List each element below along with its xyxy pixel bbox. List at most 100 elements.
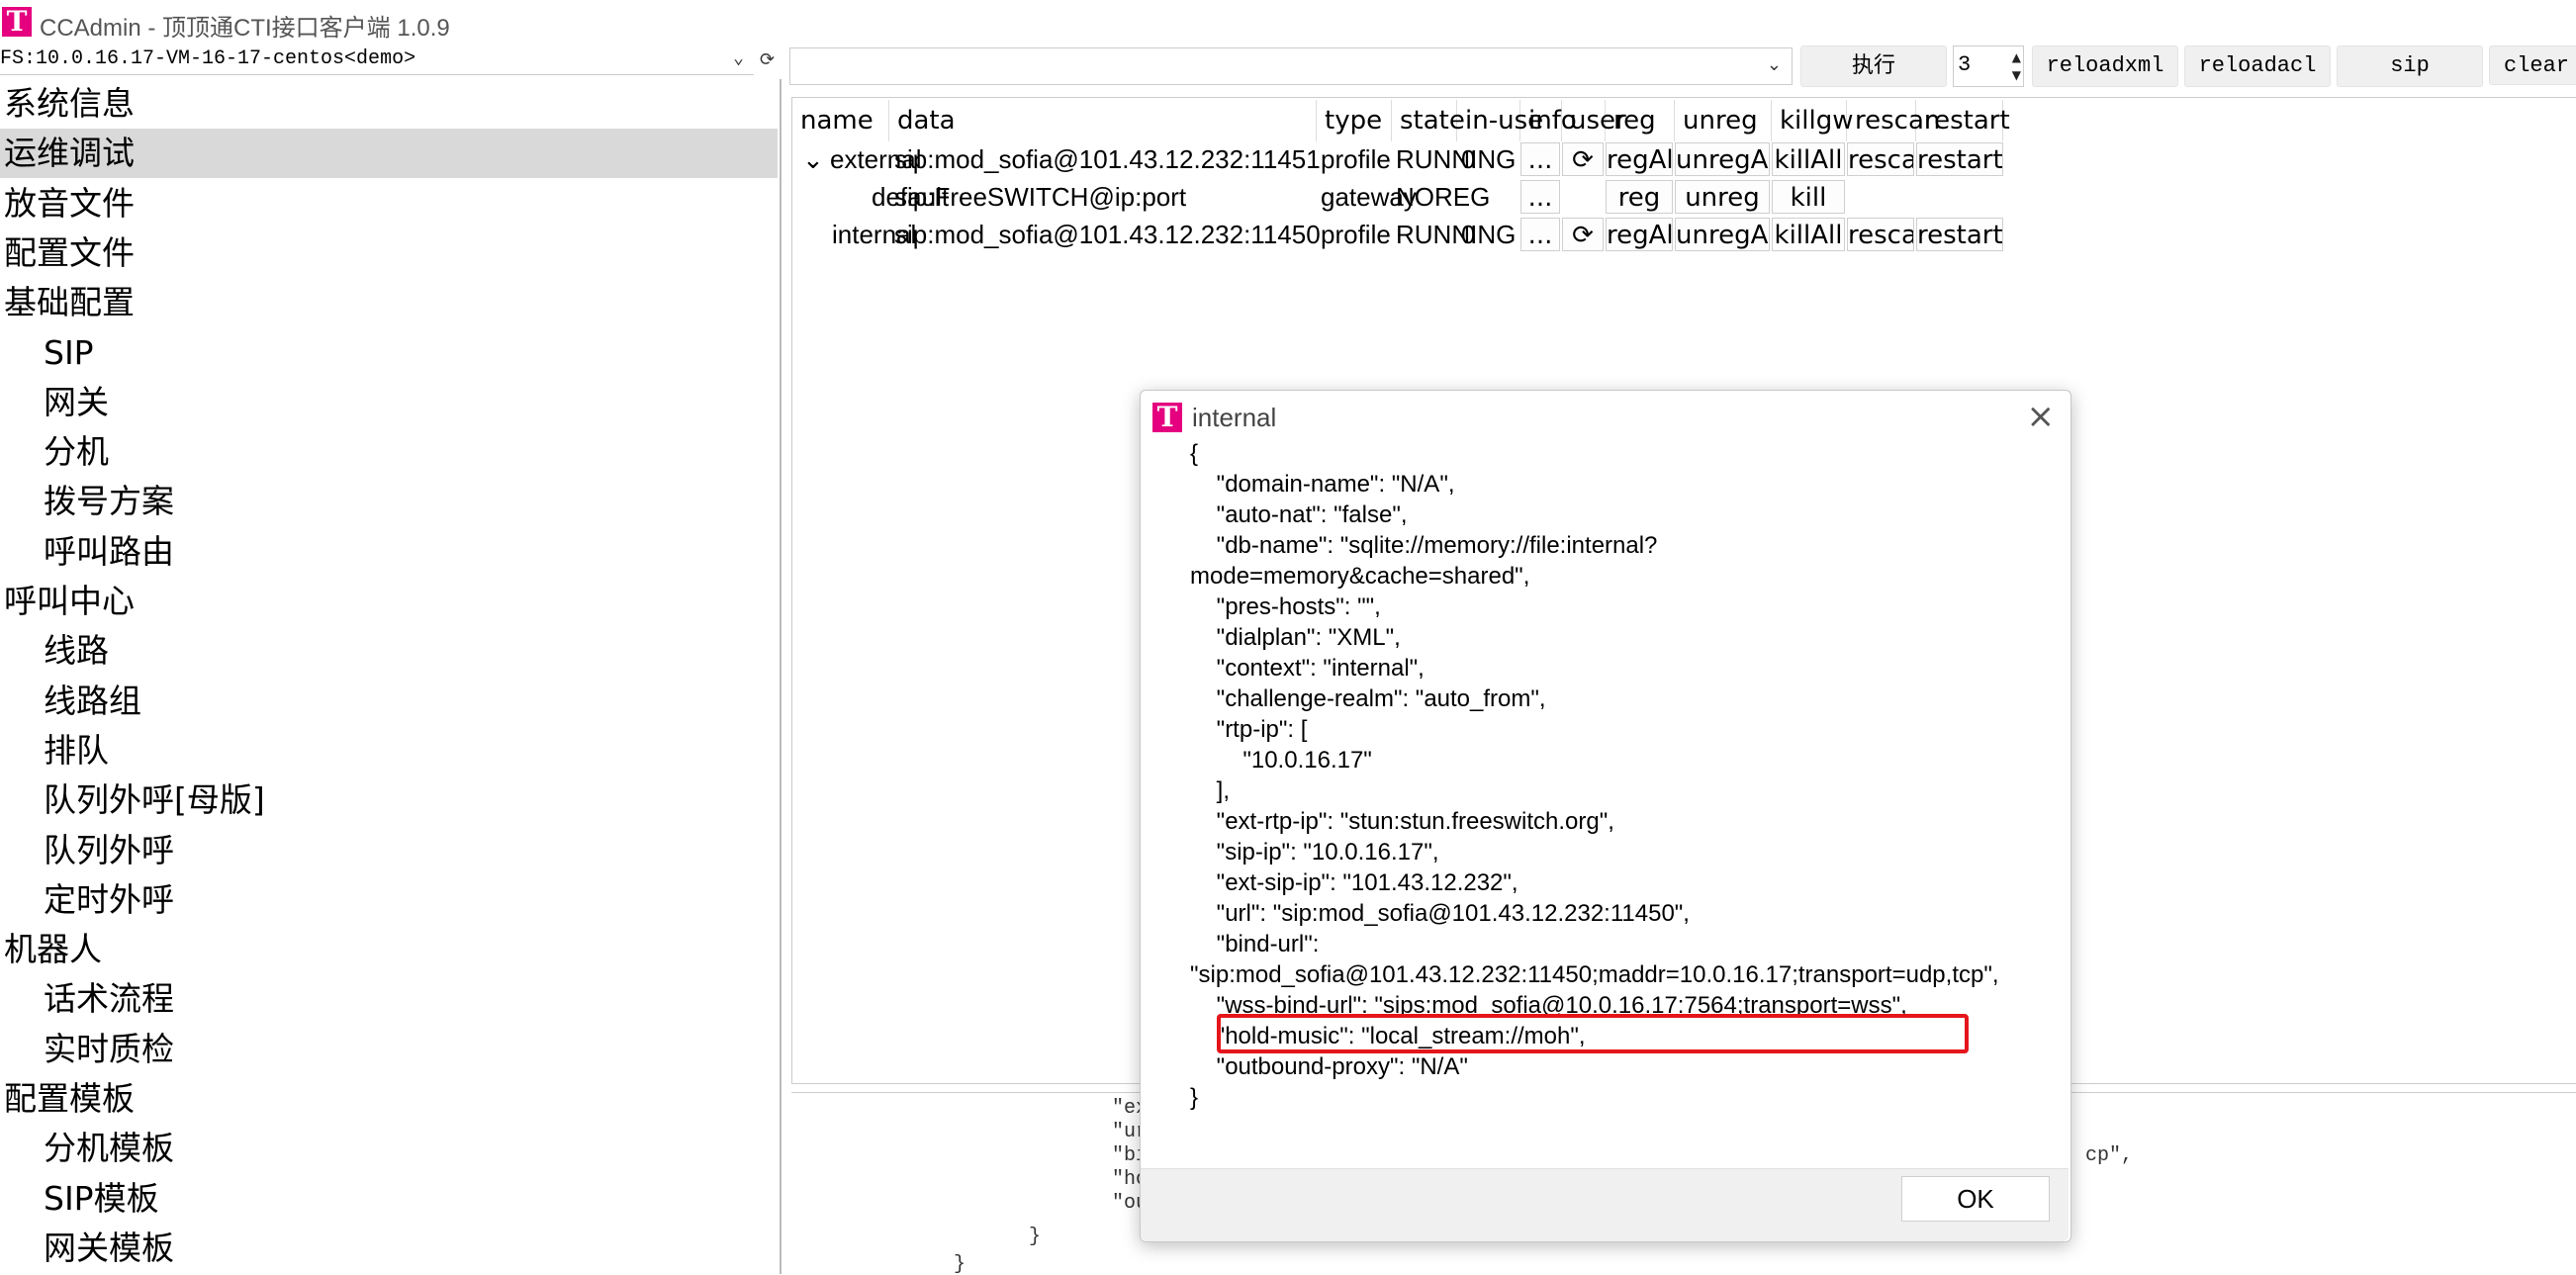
json-line: ],	[1190, 777, 1231, 804]
json-line: "bind-url":	[1190, 931, 1320, 957]
user-refresh-button[interactable]: ⟳	[1562, 142, 1604, 176]
chevron-down-icon[interactable]: ⌄	[802, 141, 824, 177]
column-header-restart[interactable]: restart	[1916, 100, 2010, 141]
highlight-annotation	[1217, 1014, 1969, 1053]
killgw-button[interactable]: killAll	[1772, 142, 1845, 176]
sidebar-item[interactable]: 定时外呼	[0, 875, 778, 925]
json-line: "url": "sip:mod_sofia@101.43.12.232:1145…	[1190, 900, 1690, 927]
sidebar-item[interactable]: 分机	[0, 427, 778, 477]
spin-value: 3	[1958, 52, 1972, 77]
sidebar-item[interactable]: 队列外呼[母版]	[0, 775, 778, 825]
app-logo-icon: T	[1152, 403, 1182, 432]
sidebar-item[interactable]: 网关模板	[0, 1224, 778, 1273]
app-logo-icon: T	[2, 7, 32, 37]
json-line: "rtp-ip": [	[1190, 716, 1308, 743]
killgw-button[interactable]: killAll	[1772, 218, 1845, 251]
info-button[interactable]: ...	[1520, 218, 1560, 251]
column-header-reg[interactable]: reg	[1606, 100, 1675, 141]
restart-button[interactable]: restart	[1916, 142, 2003, 176]
log-line: }	[954, 1253, 966, 1275]
sidebar-item[interactable]: 话术流程	[0, 974, 778, 1024]
column-header-data[interactable]: data	[889, 100, 1317, 141]
sidebar-item[interactable]: 排队	[0, 726, 778, 775]
sidebar-item[interactable]: SIP模板	[0, 1174, 778, 1224]
column-header-state[interactable]: state	[1392, 100, 1465, 141]
dialog-title: internal	[1192, 403, 1277, 432]
sidebar-item[interactable]: 网关	[0, 378, 778, 427]
json-line: "sip:mod_sofia@101.43.12.232:11450;maddr…	[1190, 961, 1999, 988]
unreg-button[interactable]: unreg	[1675, 180, 1770, 214]
info-button[interactable]: ...	[1520, 142, 1560, 176]
sidebar-item[interactable]: SIP	[0, 328, 778, 378]
info-button[interactable]: ...	[1520, 180, 1560, 214]
json-line: "challenge-realm": "auto_from",	[1190, 685, 1546, 712]
sidebar-item[interactable]: 拨号方案	[0, 477, 778, 526]
sidebar-item[interactable]: 运维调试	[0, 129, 778, 179]
reg-button[interactable]: regAll	[1606, 142, 1673, 176]
row-state: NOREG	[1396, 182, 1491, 212]
column-header-in-use[interactable]: in-use	[1457, 100, 1543, 141]
row-type: profile	[1321, 144, 1391, 174]
restart-button[interactable]: restart	[1916, 218, 2003, 251]
sip-button[interactable]: sip	[2337, 46, 2483, 87]
rescan-button[interactable]: rescan	[1847, 142, 1914, 176]
sidebar-item[interactable]: 配置文件	[0, 228, 778, 278]
sidebar-item[interactable]: 呼叫路由	[0, 527, 778, 577]
spin-down-icon[interactable]: ▼	[2012, 68, 2021, 82]
sidebar-item[interactable]: 系统信息	[0, 79, 778, 129]
json-line: "outbound-proxy": "N/A"	[1190, 1053, 1468, 1080]
column-header-rescan[interactable]: rescan	[1847, 100, 1940, 141]
killgw-button[interactable]: kill	[1772, 180, 1845, 214]
sidebar-item[interactable]: 呼叫中心	[0, 577, 778, 626]
sidebar-item[interactable]: 配置模板	[0, 1074, 778, 1124]
sidebar-item[interactable]: 放音文件	[0, 179, 778, 228]
reg-button[interactable]: regAll	[1606, 218, 1673, 251]
column-header-unreg[interactable]: unreg	[1675, 100, 1772, 141]
sidebar-item[interactable]: 队列外呼	[0, 826, 778, 875]
spin-up-icon[interactable]: ▲	[2012, 50, 2021, 64]
close-icon[interactable]: ×	[2027, 397, 2056, 436]
clear-button[interactable]: clear	[2489, 46, 2576, 85]
sidebar-item[interactable]: 线路组	[0, 677, 778, 726]
row-state: RUNNING	[1396, 220, 1517, 249]
sidebar-item[interactable]: 机器人	[0, 925, 778, 974]
column-header-type[interactable]: type	[1317, 100, 1392, 141]
sidebar-item[interactable]: 线路	[0, 626, 778, 676]
json-line: "ext-sip-ip": "101.43.12.232",	[1190, 869, 1518, 896]
unreg-button[interactable]: unregAll	[1675, 218, 1770, 251]
column-header-killgw[interactable]: killgw	[1772, 100, 1854, 141]
rescan-button[interactable]: rescan	[1847, 218, 1914, 251]
json-line: "domain-name": "N/A",	[1190, 471, 1455, 498]
refresh-icon[interactable]: ⟳	[760, 49, 775, 70]
column-header-user[interactable]: user	[1562, 100, 1626, 141]
unreg-button[interactable]: unregAll	[1675, 142, 1770, 176]
json-line: {	[1190, 440, 1199, 467]
fs-select[interactable]: FS:10.0.16.17-VM-16-17-centos<demo> ⌄	[0, 45, 754, 75]
chevron-down-icon: ⌄	[1766, 54, 1782, 75]
json-line: "context": "internal",	[1190, 655, 1425, 682]
column-header-info[interactable]: info	[1520, 100, 1577, 141]
reloadxml-button[interactable]: reloadxml	[2032, 46, 2178, 87]
reloadacl-button[interactable]: reloadacl	[2184, 46, 2331, 87]
json-line: "dialplan": "XML",	[1190, 624, 1401, 651]
json-line: "ext-rtp-ip": "stun:stun.freeswitch.org"…	[1190, 808, 1614, 835]
column-header-name[interactable]: name	[792, 100, 889, 141]
chevron-down-icon: ⌄	[733, 49, 744, 69]
command-combobox[interactable]: ⌄	[789, 47, 1793, 85]
sidebar-item[interactable]: 基础配置	[0, 278, 778, 327]
execute-button[interactable]: 执行	[1800, 46, 1947, 87]
row-inuse: 0	[1461, 220, 1476, 249]
reg-button[interactable]: reg	[1606, 180, 1673, 214]
window-title: CCAdmin - 顶顶通CTI接口客户端 1.0.9	[40, 15, 450, 42]
ok-button[interactable]: OK	[1901, 1176, 2050, 1222]
fs-select-value: FS:10.0.16.17-VM-16-17-centos<demo>	[0, 47, 416, 70]
user-refresh-button[interactable]: ⟳	[1562, 218, 1604, 251]
sidebar-item[interactable]: 实时质检	[0, 1025, 778, 1074]
row-data: sip:mod_sofia@101.43.12.232:11450	[894, 220, 1321, 249]
json-line: }	[1190, 1084, 1199, 1111]
sidebar-nav: 系统信息 运维调试 放音文件 配置文件 基础配置 SIP 网关 分机 拨号方案 呼叫路由 呼叫中心线…	[0, 79, 782, 1274]
log-line-tail: cp",	[2085, 1144, 2134, 1167]
sidebar-item[interactable]: 分机模板	[0, 1124, 778, 1173]
toolbar: ⌄ 执行 3 ▲ ▼ reloadxml reloadacl sip clear	[789, 44, 2576, 89]
count-spinbox[interactable]: 3 ▲ ▼	[1953, 46, 2024, 87]
